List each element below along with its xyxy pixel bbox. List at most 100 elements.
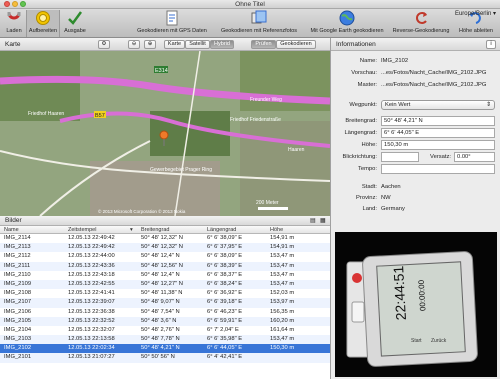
reverse-geokodierung-button[interactable]: Reverse-Geokodierung <box>389 10 453 37</box>
svg-text:200 Meter: 200 Meter <box>256 200 279 206</box>
cell-latitude: 50° 48' 2,76" N <box>141 326 180 333</box>
cell-latitude: 50° 48' 4,21" N <box>141 345 180 352</box>
cell-timestamp: 12.05.13 22:42:55 <box>68 280 115 287</box>
table-row[interactable]: IMG_2105 12.05.13 22:32:52 50° 48' 3,6" N 6… <box>0 316 330 326</box>
latitude-label: Breitengrad: <box>345 118 377 124</box>
map-type-satellit-button[interactable]: Satellit <box>185 40 210 49</box>
aufbereiten-button[interactable]: Aufbereiten <box>26 10 60 37</box>
cell-altitude: 161,64 m <box>270 326 295 333</box>
images-panel-title: Bilder <box>5 217 22 224</box>
zoom-out-button[interactable]: ⊖ <box>128 40 140 49</box>
table-header: Name Zeitstempel ▾ Breitengrad Längengra… <box>0 226 330 234</box>
zoom-in-icon: ⊕ <box>147 41 153 47</box>
zoom-in-button[interactable]: ⊕ <box>144 40 156 49</box>
cell-latitude: 50° 48' 12,4" N <box>141 271 180 278</box>
cell-timestamp: 12.05.13 22:36:38 <box>68 308 115 315</box>
cell-name: IMG_2106 <box>4 308 32 315</box>
geokodieren-gps-button[interactable]: Geokodieren mit GPS Daten <box>132 10 212 37</box>
cell-longitude: 6° 6' 59,91" E <box>207 317 243 324</box>
cell-altitude: 153,47 m <box>270 336 295 343</box>
cell-latitude: 50° 48' 7,78" N <box>141 336 180 343</box>
cell-timestamp: 12.05.13 22:39:07 <box>68 299 115 306</box>
table-row[interactable]: IMG_2114 12.05.13 22:49:42 50° 48' 12,32" … <box>0 234 330 243</box>
cell-altitude: 153,47 m <box>270 262 295 269</box>
column-latitude[interactable]: Breitengrad <box>141 227 169 233</box>
cell-latitude: 50° 48' 9,07" N <box>141 299 180 306</box>
offset-field[interactable]: 0.00° <box>454 152 495 162</box>
pruefen-button[interactable]: Prüfen <box>251 40 276 49</box>
city-value: Aachen <box>381 184 401 190</box>
svg-text:Zurück: Zurück <box>431 338 447 344</box>
checkmark-icon <box>68 11 83 25</box>
photo-preview: 22:44:51 00:00:00 Start Zurück <box>335 232 497 377</box>
table-row[interactable]: IMG_2108 12.05.13 22:41:41 50° 48' 11,38" … <box>0 289 330 298</box>
speed-field[interactable] <box>381 164 495 174</box>
cell-latitude: 50° 48' 12,56" N <box>141 262 183 269</box>
svg-text:© 2013 Microsoft Corporation ©: © 2013 Microsoft Corporation © 2013 Noki… <box>98 208 186 214</box>
table-row[interactable]: IMG_2102 12.05.13 22:02:34 50° 48' 4,21" N… <box>0 344 330 354</box>
table-row[interactable]: IMG_2110 12.05.13 22:43:18 50° 48' 12,4" N… <box>0 271 330 280</box>
table-row[interactable]: IMG_2101 12.05.13 21:07:27 50° 50' 56" N 6°… <box>0 353 330 363</box>
timezone-select[interactable]: Europe/Berlin ▾ <box>455 10 496 17</box>
geokodieren-map-button[interactable]: Geokodieren <box>276 40 316 49</box>
cell-timestamp: 12.05.13 22:32:07 <box>68 326 115 333</box>
table-row[interactable]: IMG_2103 12.05.13 22:13:58 50° 48' 7,78" N… <box>0 335 330 345</box>
table-row[interactable]: IMG_2109 12.05.13 22:42:55 50° 48' 12,27" … <box>0 279 330 290</box>
info-panel: Informationen i Name: IMG_2102 Vorschau:… <box>330 38 500 379</box>
map-settings-button[interactable]: ⚙ <box>98 40 110 49</box>
column-longitude[interactable]: Längengrad <box>207 227 236 233</box>
cell-longitude: 6° 6' 38,39" E <box>207 262 243 269</box>
table-row[interactable]: IMG_2106 12.05.13 22:36:38 50° 48' 7,54" N… <box>0 308 330 317</box>
latitude-field[interactable]: 50° 48' 4,21" N <box>381 116 495 126</box>
cell-name: IMG_2114 <box>4 235 31 241</box>
svg-text:Start: Start <box>411 338 422 344</box>
grid-view-icon[interactable]: ▦ <box>320 217 326 224</box>
name-label: Name: <box>359 58 377 64</box>
cell-timestamp: 12.05.13 22:13:58 <box>68 336 115 343</box>
info-panel-header: Informationen i <box>331 38 500 51</box>
cell-latitude: 50° 48' 12,27" N <box>141 280 183 287</box>
altitude-field[interactable]: 150,30 m <box>381 140 495 150</box>
table-row[interactable]: IMG_2113 12.05.13 22:49:42 50° 48' 12,32" … <box>0 243 330 253</box>
laden-button[interactable]: Laden <box>2 10 26 37</box>
cell-name: IMG_2110 <box>4 271 31 278</box>
geokodieren-referenzfotos-button[interactable]: Geokodieren mit Referenzfotos <box>213 10 305 37</box>
map-type-hybrid-button[interactable]: Hybrid <box>210 40 234 49</box>
cell-longitude: 6° 7' 2,04" E <box>207 326 239 333</box>
table-row[interactable]: IMG_2111 12.05.13 22:43:36 50° 48' 12,56" … <box>0 261 330 271</box>
svg-text:Haaren: Haaren <box>288 147 305 153</box>
cell-timestamp: 12.05.13 22:43:36 <box>68 262 115 269</box>
column-timestamp[interactable]: Zeitstempel <box>68 227 96 233</box>
cell-latitude: 50° 48' 11,38" N <box>141 290 183 297</box>
longitude-field[interactable]: 6° 6' 44,05" E <box>381 128 495 138</box>
globe-icon <box>339 10 355 26</box>
cell-name: IMG_2104 <box>4 326 32 333</box>
map-view[interactable]: E314 B57 Friedhof Haaren Friedhof Friede… <box>0 51 330 216</box>
svg-text:Gewerbegebiet Prager Ring: Gewerbegebiet Prager Ring <box>150 167 212 173</box>
direction-field[interactable] <box>381 152 419 162</box>
svg-text:22:44:51: 22:44:51 <box>390 265 409 320</box>
column-altitude[interactable]: Höhe <box>270 227 283 233</box>
google-earth-button[interactable]: Mit Google Earth geokodieren <box>306 10 388 37</box>
cell-altitude: 154,91 m <box>270 244 295 251</box>
table-row[interactable]: IMG_2112 12.05.13 22:44:00 50° 48' 12,4" N… <box>0 252 330 261</box>
cell-timestamp: 12.05.13 22:02:34 <box>68 345 115 352</box>
ausgabe-button[interactable]: Ausgabe <box>61 10 89 37</box>
table-row[interactable]: IMG_2107 12.05.13 22:39:07 50° 48' 9,07" N… <box>0 298 330 308</box>
map-type-karte-button[interactable]: Karte <box>164 40 185 49</box>
column-name[interactable]: Name <box>4 227 19 233</box>
name-value: IMG_2102 <box>381 58 409 64</box>
images-panel: Bilder ▤ ▦ Name Zeitstempel ▾ Breitengra… <box>0 216 330 379</box>
city-label: Stadt: <box>361 184 377 190</box>
list-view-icon[interactable]: ▤ <box>310 217 316 224</box>
cell-altitude: 156,35 m <box>270 308 295 315</box>
waypoint-select[interactable]: Kein Wert ⇕ <box>381 100 495 110</box>
cell-timestamp: 12.05.13 22:41:41 <box>68 290 115 297</box>
gear-icon: ⚙ <box>101 41 107 47</box>
table-row[interactable]: IMG_2104 12.05.13 22:32:07 50° 48' 2,76" N… <box>0 326 330 335</box>
cell-longitude: 6° 6' 39,18" E <box>207 299 243 306</box>
map-scale-bar <box>258 207 288 210</box>
cell-name: IMG_2101 <box>4 354 32 361</box>
cell-altitude: 150,30 m <box>270 345 295 352</box>
info-toggle-button[interactable]: i <box>486 40 496 49</box>
